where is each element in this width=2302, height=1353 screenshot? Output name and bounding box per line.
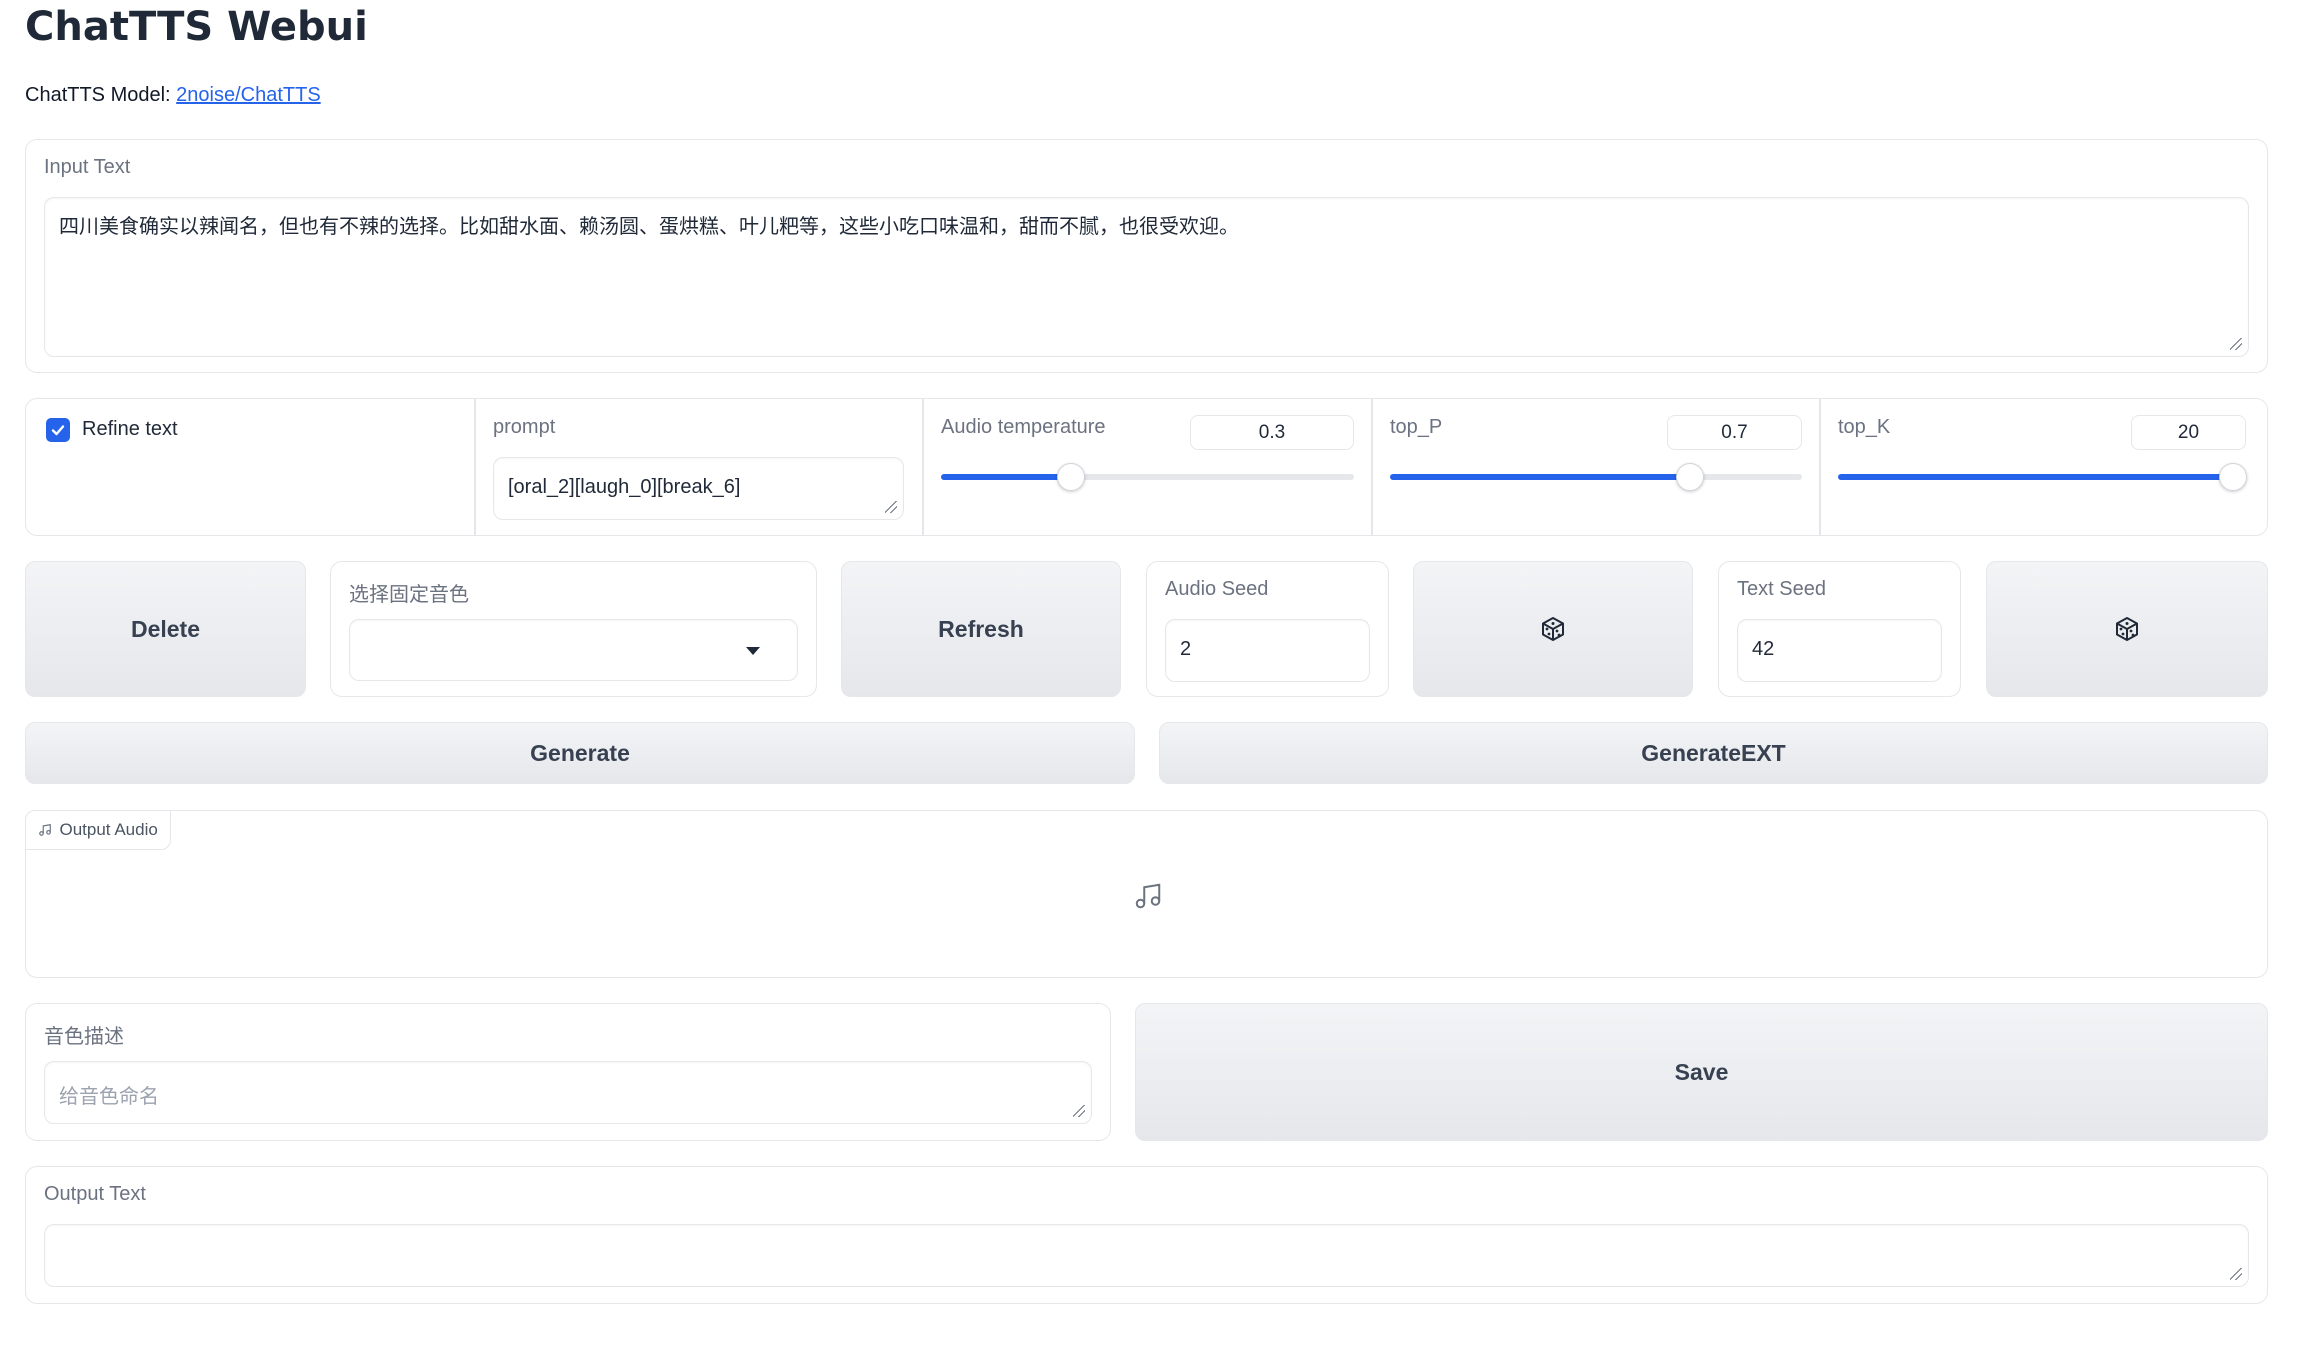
text-seed-input[interactable]: 42 (1737, 619, 1942, 682)
top-p-input[interactable]: 0.7 (1667, 415, 1802, 450)
output-text-label: Output Text (44, 1183, 146, 1205)
page-title: ChatTTS Webui (25, 4, 368, 50)
music-note-icon (1135, 883, 1161, 909)
audio-temperature-label: Audio temperature (941, 416, 1106, 438)
voice-desc-label: 音色描述 (44, 1026, 124, 1048)
prompt-value: [oral_2][laugh_0][break_6] (508, 476, 741, 498)
voice-select-block: 选择固定音色 (330, 561, 817, 697)
divider (1371, 399, 1373, 535)
slider-fill (941, 474, 1072, 480)
top-k-input[interactable]: 20 (2131, 415, 2246, 450)
dice-icon (1542, 617, 1564, 641)
refine-text-label: Refine text (82, 418, 178, 440)
top-p-slider[interactable] (1390, 463, 1802, 491)
resize-handle-icon[interactable] (1073, 1105, 1085, 1117)
model-label: ChatTTS Model: (25, 84, 171, 106)
slider-thumb[interactable] (1675, 463, 1704, 491)
model-link[interactable]: 2noise/ChatTTS (176, 84, 321, 106)
audio-seed-value: 2 (1180, 638, 1192, 660)
slider-thumb[interactable] (1057, 463, 1086, 491)
divider (922, 399, 924, 535)
output-audio-tag: Output Audio (24, 809, 171, 850)
text-seed-dice-button[interactable] (1986, 561, 2268, 697)
controls-row: Refine text prompt [oral_2][laugh_0][bre… (25, 398, 2268, 536)
input-text-block: Input Text 四川美食确实以辣闻名，但也有不辣的选择。比如甜水面、赖汤圆… (25, 139, 2268, 373)
prompt-field[interactable]: [oral_2][laugh_0][break_6] (493, 457, 904, 520)
generate-ext-button[interactable]: GenerateEXT (1159, 722, 2268, 784)
input-text-label: Input Text (44, 156, 131, 178)
voice-select-dropdown[interactable] (349, 619, 798, 681)
save-button[interactable]: Save (1135, 1003, 2268, 1141)
resize-handle-icon[interactable] (2230, 338, 2242, 350)
output-text-block: Output Text (25, 1166, 2268, 1304)
audio-seed-label: Audio Seed (1165, 578, 1269, 600)
resize-handle-icon[interactable] (2230, 1268, 2242, 1280)
slider-thumb[interactable] (2219, 463, 2247, 491)
generate-button[interactable]: Generate (25, 722, 1135, 784)
music-note-icon (38, 823, 51, 836)
top-k-label: top_K (1838, 416, 1891, 438)
delete-button[interactable]: Delete (25, 561, 306, 697)
voice-desc-block: 音色描述 给音色命名 (25, 1003, 1111, 1141)
prompt-label: prompt (493, 416, 556, 438)
text-seed-label: Text Seed (1737, 578, 1826, 600)
refine-text-checkbox[interactable] (46, 418, 70, 442)
audio-seed-dice-button[interactable] (1413, 561, 1693, 697)
voice-select-label: 选择固定音色 (349, 584, 469, 606)
input-text-field[interactable]: 四川美食确实以辣闻名，但也有不辣的选择。比如甜水面、赖汤圆、蛋烘糕、叶儿粑等，这… (44, 197, 2249, 357)
refresh-button[interactable]: Refresh (841, 561, 1121, 697)
top-k-slider[interactable] (1838, 463, 2247, 491)
checkmark-icon (51, 425, 65, 436)
divider (1819, 399, 1821, 535)
audio-seed-input[interactable]: 2 (1165, 619, 1370, 682)
audio-temperature-input[interactable]: 0.3 (1190, 415, 1354, 450)
text-seed-block: Text Seed 42 (1718, 561, 1961, 697)
audio-seed-block: Audio Seed 2 (1146, 561, 1389, 697)
output-audio-block: Output Audio (24, 809, 2268, 978)
resize-handle-icon[interactable] (885, 501, 897, 513)
dice-icon (2116, 617, 2138, 641)
top-p-label: top_P (1390, 416, 1443, 438)
slider-fill (1838, 474, 2233, 480)
voice-name-field[interactable]: 给音色命名 (44, 1061, 1092, 1124)
output-audio-label: Output Audio (59, 819, 158, 839)
output-text-field[interactable] (44, 1224, 2249, 1287)
slider-fill (1390, 474, 1690, 480)
divider (474, 399, 476, 535)
model-line: ChatTTS Model: 2noise/ChatTTS (25, 84, 321, 107)
text-seed-value: 42 (1752, 638, 1775, 660)
voice-name-placeholder: 给音色命名 (59, 1086, 159, 1108)
chevron-down-icon (746, 647, 760, 655)
input-text-value: 四川美食确实以辣闻名，但也有不辣的选择。比如甜水面、赖汤圆、蛋烘糕、叶儿粑等，这… (59, 216, 1239, 238)
audio-temperature-slider[interactable] (941, 463, 1354, 491)
